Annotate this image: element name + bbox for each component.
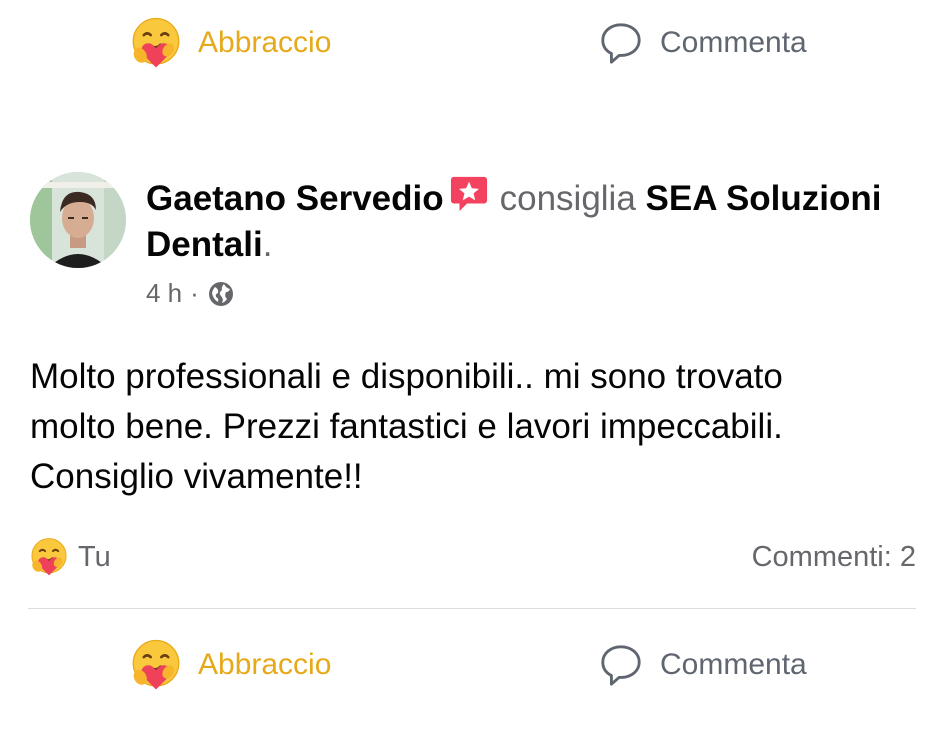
hug-reaction-icon — [28, 536, 70, 578]
author-line: Gaetano Servedio consiglia SEA Soluzioni… — [146, 174, 906, 268]
post-body: Molto professionali e disponibili.. mi s… — [30, 352, 930, 502]
hug-reaction-button[interactable]: Abbraccio — [128, 8, 331, 78]
react-label: Abbraccio — [198, 26, 332, 59]
author-name[interactable]: Gaetano Servedio — [146, 179, 444, 218]
recommend-star-icon — [450, 176, 487, 212]
post-meta: 4 h · — [146, 278, 235, 309]
comment-label: Commenta — [660, 26, 807, 59]
avatar[interactable] — [30, 172, 126, 268]
hug-reaction-icon — [128, 15, 184, 71]
hug-reaction-icon — [128, 637, 184, 693]
post-body-line: molto bene. Prezzi fantastici e lavori i… — [30, 407, 783, 446]
reactor-name: Tu — [78, 540, 111, 573]
react-label: Abbraccio — [198, 648, 332, 681]
comments-count[interactable]: Commenti: 2 — [752, 534, 916, 580]
post-body-line: Molto professionali e disponibili.. mi s… — [30, 357, 783, 396]
hug-reaction-button[interactable]: Abbraccio — [128, 630, 331, 700]
comment-bubble-icon — [601, 23, 641, 64]
top-action-bar: Abbraccio Commenta — [0, 8, 945, 78]
comment-label: Commenta — [660, 648, 807, 681]
reactions-summary-left[interactable]: Tu — [28, 534, 111, 580]
post-body-line: Consiglio vivamente!! — [30, 457, 363, 496]
reactions-summary: Tu Commenti: 2 — [28, 534, 916, 580]
bottom-action-bar: Abbraccio Commenta — [0, 630, 945, 700]
comment-button[interactable]: Commenta — [598, 630, 807, 700]
recommend-verb: consiglia — [499, 179, 636, 218]
meta-separator: · — [190, 278, 199, 308]
comment-button[interactable]: Commenta — [598, 8, 807, 78]
comment-bubble-icon — [601, 645, 641, 686]
sentence-period: . — [262, 225, 273, 264]
globe-icon — [208, 281, 233, 306]
post-timestamp[interactable]: 4 h — [146, 278, 182, 309]
divider — [28, 608, 916, 609]
